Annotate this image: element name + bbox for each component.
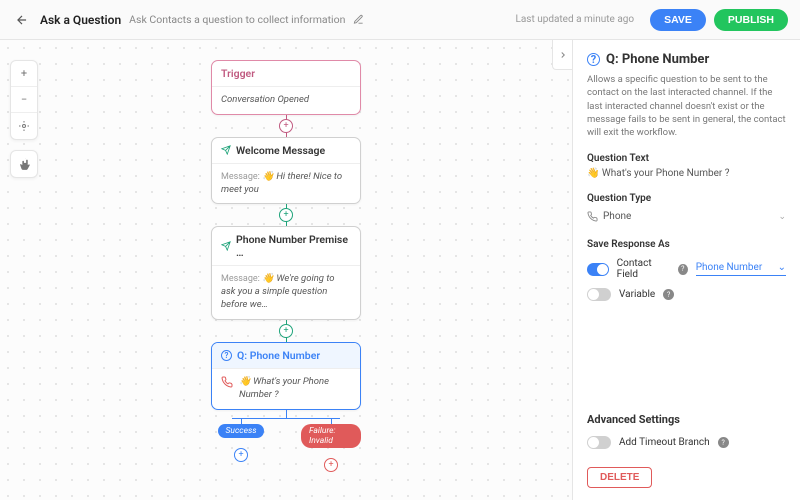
add-step-icon[interactable]: + — [279, 324, 293, 338]
add-step-icon[interactable]: + — [279, 208, 293, 222]
zoom-out-button[interactable]: − — [11, 87, 37, 113]
node-title: Q: Phone Number — [237, 349, 320, 362]
fit-view-button[interactable] — [11, 113, 37, 139]
back-button[interactable] — [12, 10, 32, 30]
node-body: 👋 What's your Phone Number ? — [239, 376, 351, 402]
help-icon[interactable]: ? — [718, 437, 729, 448]
branch-success[interactable]: Success + — [211, 424, 271, 472]
question-branches: Success + Failure: Invalid + — [211, 424, 361, 472]
save-response-label: Save Response As — [587, 239, 786, 250]
variable-label: Variable — [619, 289, 655, 300]
branch-label: Failure: Invalid — [301, 424, 361, 448]
canvas-toolbox: + − — [10, 60, 38, 140]
question-icon: ? — [587, 53, 600, 66]
question-icon: ? — [221, 350, 232, 361]
pan-tool-button[interactable] — [10, 150, 38, 178]
question-type-select[interactable]: Phone ⌄ — [587, 208, 786, 225]
help-icon[interactable]: ? — [663, 289, 674, 300]
timeout-toggle[interactable] — [587, 436, 611, 449]
page-title: Ask a Question — [40, 13, 121, 27]
page-subtitle: Ask Contacts a question to collect infor… — [129, 13, 345, 26]
last-updated: Last updated a minute ago — [515, 14, 634, 25]
phone-icon — [587, 211, 598, 222]
question-text-label: Question Text — [587, 153, 786, 164]
contact-field-select[interactable]: Phone Number⌄ — [696, 262, 786, 276]
chevron-down-icon: ⌄ — [778, 262, 786, 273]
contact-field-label: Contact Field — [617, 258, 670, 280]
branch-label: Success — [218, 424, 265, 438]
workflow-flow: Trigger Conversation Opened + Welcome Me… — [211, 60, 361, 472]
collapse-panel-button[interactable] — [552, 40, 572, 70]
node-title: Welcome Message — [236, 144, 325, 157]
add-step-icon[interactable]: + — [234, 448, 248, 462]
variable-toggle[interactable] — [587, 288, 611, 301]
publish-button[interactable]: PUBLISH — [714, 9, 788, 31]
properties-panel: ?Q: Phone Number Allows a specific quest… — [572, 40, 800, 500]
send-icon — [221, 241, 231, 251]
node-title: Phone Number Premise … — [236, 233, 351, 259]
chevron-down-icon: ⌄ — [778, 212, 786, 222]
node-title: Trigger — [221, 67, 255, 80]
branch-failure[interactable]: Failure: Invalid + — [301, 424, 361, 472]
add-step-icon[interactable]: + — [279, 119, 293, 133]
send-icon — [221, 145, 231, 155]
help-icon[interactable]: ? — [678, 264, 688, 275]
contact-field-toggle[interactable] — [587, 263, 609, 276]
advanced-settings-label: Advanced Settings — [587, 413, 786, 426]
phone-icon — [221, 376, 233, 388]
node-phone-premise[interactable]: Phone Number Premise … Message: 👋 We're … — [211, 226, 361, 319]
node-body: Conversation Opened — [221, 94, 309, 105]
panel-description: Allows a specific question to be sent to… — [587, 73, 786, 139]
zoom-in-button[interactable]: + — [11, 61, 37, 87]
save-button[interactable]: SAVE — [650, 9, 706, 31]
question-text-value[interactable]: 👋 What's your Phone Number ? — [587, 168, 786, 179]
edit-icon[interactable] — [353, 14, 364, 25]
workflow-canvas[interactable]: + − Trigger Conversation Opened + Welcom… — [0, 40, 572, 500]
node-welcome-message[interactable]: Welcome Message Message: 👋 Hi there! Nic… — [211, 137, 361, 205]
panel-title: ?Q: Phone Number — [587, 52, 786, 67]
question-type-label: Question Type — [587, 193, 786, 204]
node-trigger[interactable]: Trigger Conversation Opened — [211, 60, 361, 115]
node-question-phone[interactable]: ? Q: Phone Number 👋 What's your Phone Num… — [211, 342, 361, 410]
top-bar: Ask a Question Ask Contacts a question t… — [0, 0, 800, 40]
timeout-label: Add Timeout Branch — [619, 437, 710, 448]
add-step-icon[interactable]: + — [324, 458, 338, 472]
delete-button[interactable]: DELETE — [587, 467, 652, 488]
